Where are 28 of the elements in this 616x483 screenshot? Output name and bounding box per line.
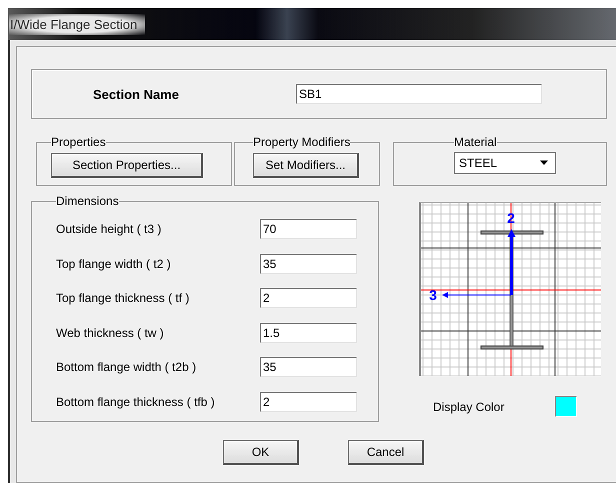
dimension-field[interactable]: 2 <box>260 392 357 412</box>
group-label: Material <box>454 135 497 149</box>
axis-label: 3 <box>429 287 437 303</box>
dialog-button[interactable]: OK <box>223 440 299 465</box>
dimension-field[interactable]: 2 <box>260 288 357 308</box>
group-label: Property Modifiers <box>253 135 350 149</box>
dimension-field[interactable]: 35 <box>260 254 357 274</box>
dimension-label: Web thickness ( tw ) <box>56 326 165 340</box>
dimension-label: Bottom flange thickness ( tfb ) <box>56 394 216 409</box>
window-title: I/Wide Flange Section <box>9 14 146 34</box>
dimension-label: Outside height ( t3 ) <box>56 222 162 236</box>
dimension-field[interactable]: 1.5 <box>260 322 357 343</box>
dimension-label: Top flange thickness ( tf ) <box>56 291 190 306</box>
dimension-label: Bottom flange width ( t2b ) <box>56 360 198 374</box>
section-name-label: Section Name <box>93 86 180 102</box>
set-modifiers-button[interactable]: Set Modifiers... <box>253 153 359 178</box>
section-properties-button[interactable]: Section Properties... <box>51 153 203 178</box>
group-label: Dimensions <box>56 194 119 208</box>
dimension-field[interactable]: 35 <box>260 357 357 378</box>
display-color-label: Display Color <box>433 400 506 414</box>
material-dropdown[interactable]: STEEL <box>454 152 556 174</box>
group-label: Properties <box>51 135 106 149</box>
dropdown-arrow-icon <box>539 160 549 166</box>
dialog-button[interactable]: Cancel <box>348 440 424 465</box>
dimension-field[interactable]: 70 <box>260 219 357 240</box>
color-swatch[interactable] <box>555 396 577 417</box>
section-name-field[interactable]: SB1 <box>296 84 542 104</box>
dimension-label: Top flange width ( t2 ) <box>56 256 172 271</box>
